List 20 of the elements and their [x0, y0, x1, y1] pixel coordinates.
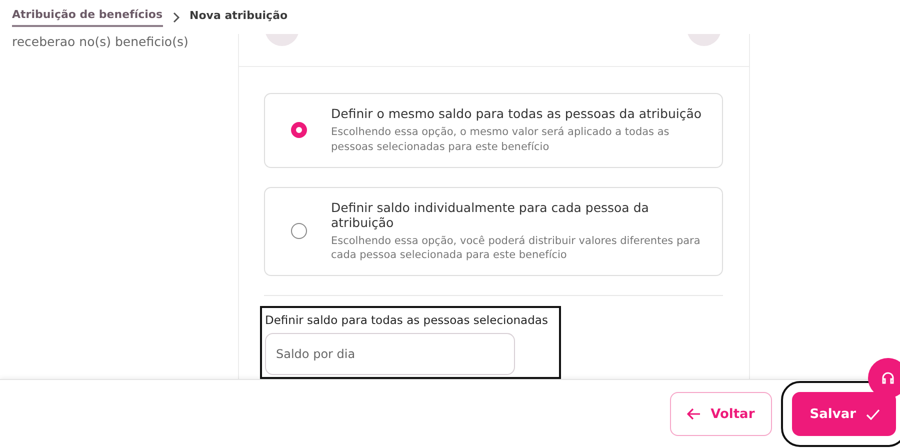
chevron-right-icon: [172, 12, 180, 22]
arrow-left-icon: [686, 408, 701, 420]
headset-icon: [881, 371, 895, 385]
breadcrumb-link[interactable]: Nova atribuição: [190, 8, 288, 26]
radio-button[interactable]: [291, 223, 307, 240]
option-title: Definir o mesmo saldo para todas as pessoas da atribuição: [331, 106, 703, 122]
field-label: Definir saldo para todas as pessoas selecionadas: [265, 313, 549, 327]
radio-button[interactable]: [291, 122, 307, 138]
back-button[interactable]: Voltar: [670, 392, 772, 436]
radio-option[interactable]: Definir saldo individualmente para cada pessoa da atribuição Escolhendo essa opção, você poderá distribuir valores diferentes para cada pessoa selecionada para este benefício: [264, 186, 723, 276]
input-field[interactable]: Saldo por dia: [265, 333, 515, 375]
sidebar-text: receberao no(s) beneficio(s): [11, 34, 190, 49]
check-icon: [866, 408, 880, 420]
support-button[interactable]: [868, 358, 900, 398]
breadcrumb-link[interactable]: Atribuição de benefícios: [12, 8, 163, 26]
save-button[interactable]: Salvar: [792, 392, 896, 436]
radio-option[interactable]: Definir o mesmo saldo para todas as pessoas da atribuição Escolhendo essa opção, o mesmo valor será aplicado a todas as pessoas selecionadas para este benefício: [264, 93, 723, 168]
option-description: Escolhendo essa opção, o mesmo valor será aplicado a todas as pessoas selecionadas para este benefício: [331, 125, 670, 155]
option-description: Escolhendo essa opção, você poderá distribuir valores diferentes para cada pessoa selecionada para este benefício: [331, 234, 702, 263]
option-title: Definir saldo individualmente para cada pessoa da atribuição: [331, 200, 650, 230]
